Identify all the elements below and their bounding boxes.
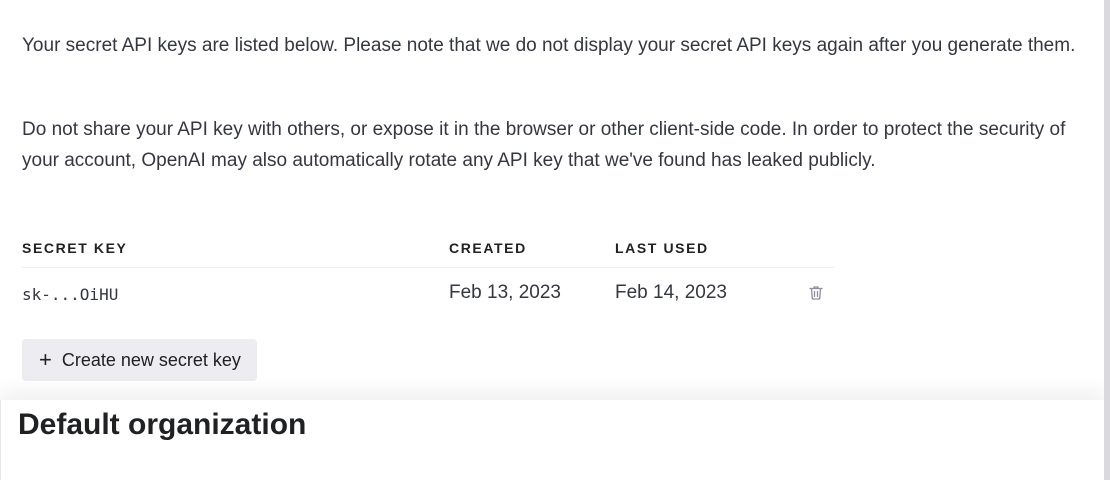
plus-icon: + bbox=[39, 347, 52, 372]
trash-icon[interactable] bbox=[807, 284, 825, 302]
header-created: CREATED bbox=[449, 240, 527, 256]
secret-keys-table: SECRET KEY CREATED LAST USED sk-...OiHU … bbox=[22, 234, 834, 318]
header-secret-key: SECRET KEY bbox=[22, 240, 128, 256]
default-organization-section: Default organization bbox=[0, 400, 1105, 480]
last-used-date: Feb 14, 2023 bbox=[615, 282, 727, 303]
intro-paragraph-1: Your secret API keys are listed below. P… bbox=[22, 35, 1076, 56]
intro-paragraph-2: Do not share your API key with others, o… bbox=[22, 119, 1066, 171]
scrollbar[interactable] bbox=[1104, 0, 1110, 480]
section-title: Default organization bbox=[18, 408, 307, 441]
created-date: Feb 13, 2023 bbox=[449, 282, 561, 303]
table-row: sk-...OiHU Feb 13, 2023 Feb 14, 2023 bbox=[22, 268, 834, 318]
table-header: SECRET KEY CREATED LAST USED bbox=[22, 234, 834, 268]
create-button-label: Create new secret key bbox=[61, 349, 241, 370]
header-last-used: LAST USED bbox=[615, 240, 709, 256]
create-new-secret-key-button[interactable]: + Create new secret key bbox=[22, 339, 257, 381]
secret-key-value: sk-...OiHU bbox=[22, 285, 119, 304]
